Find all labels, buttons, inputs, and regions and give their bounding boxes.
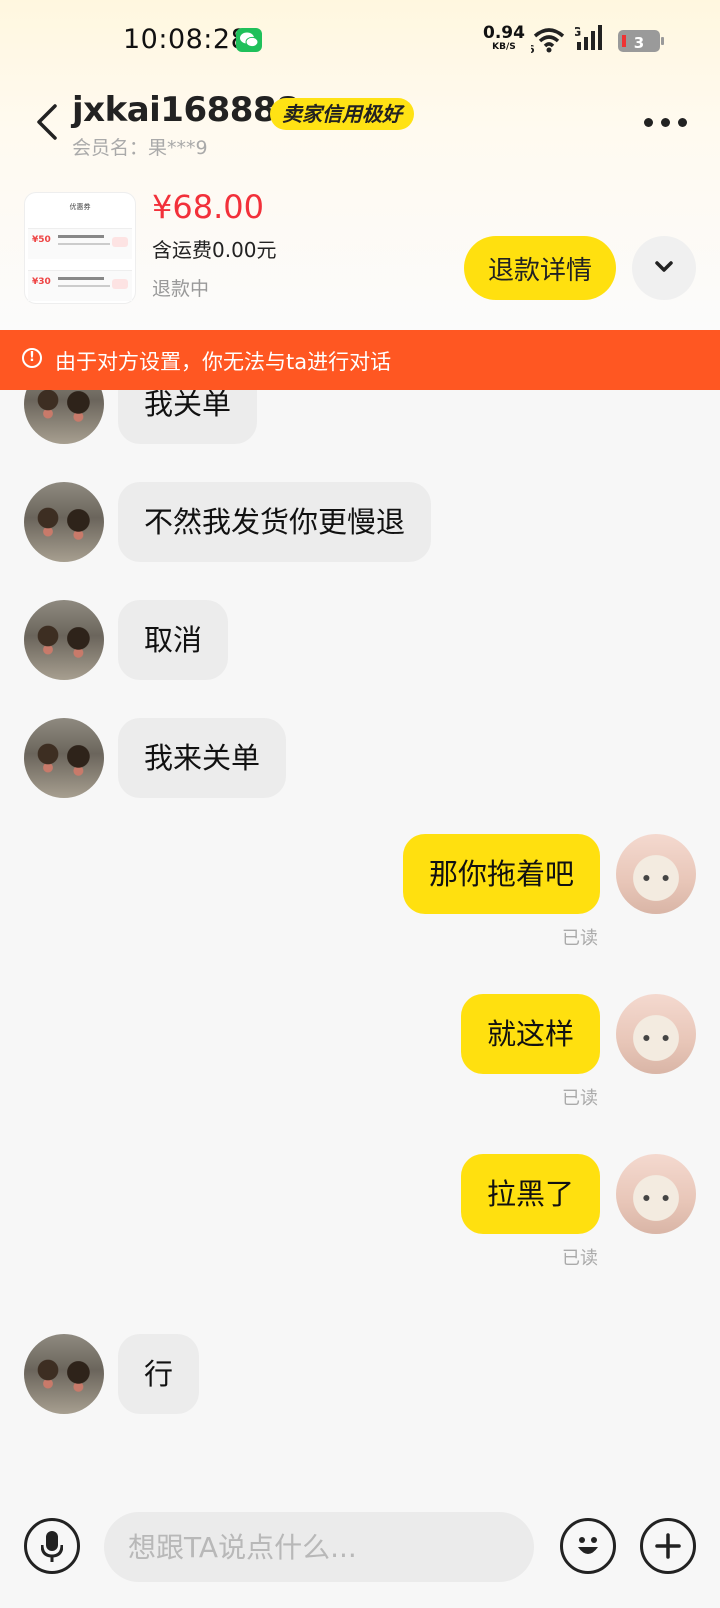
message-bubble-incoming[interactable]: 不然我发货你更慢退 bbox=[118, 482, 432, 562]
status-time: 10:08:28 bbox=[123, 24, 249, 55]
wifi-icon: 6 bbox=[527, 26, 567, 58]
credit-badge: 卖家信用极好 bbox=[270, 98, 414, 130]
expand-button[interactable] bbox=[632, 236, 696, 300]
product-thumbnail[interactable]: 优惠券 ¥50 ¥30 bbox=[24, 192, 136, 304]
member-name: 会员名：果***9 bbox=[72, 137, 208, 159]
dot-icon bbox=[661, 118, 670, 127]
net-speed: 0.94 KB/S bbox=[483, 25, 525, 54]
my-avatar[interactable] bbox=[616, 994, 696, 1074]
shipping-fee: 含运费0.00元 bbox=[152, 238, 277, 262]
wifi-sub-label: 6 bbox=[531, 43, 535, 54]
read-receipt: 已读 bbox=[562, 928, 598, 949]
refund-details-button[interactable]: 退款详情 bbox=[464, 236, 616, 300]
thumbnail-coupon-price: ¥50 bbox=[32, 235, 51, 245]
message-bubble-incoming[interactable]: 我关单 bbox=[118, 390, 258, 444]
contact-avatar[interactable] bbox=[24, 482, 104, 562]
thumbnail-line bbox=[58, 243, 110, 245]
thumbnail-line bbox=[58, 277, 104, 280]
contact-avatar[interactable] bbox=[24, 1334, 104, 1414]
message-list[interactable]: 我关单 不然我发货你更慢退 取消 我来关单 那你拖着吧 已读 就这样 已读 拉黑… bbox=[0, 390, 720, 1500]
message-bubble-incoming[interactable]: 行 bbox=[118, 1334, 200, 1414]
smiley-icon bbox=[578, 1537, 598, 1554]
message-bubble-outgoing[interactable]: 拉黑了 bbox=[460, 1154, 600, 1234]
product-price: ¥68.00 bbox=[152, 188, 264, 226]
back-button[interactable] bbox=[33, 102, 63, 142]
wechat-icon bbox=[236, 28, 262, 52]
read-receipt: 已读 bbox=[562, 1248, 598, 1269]
emoji-button[interactable] bbox=[560, 1518, 616, 1574]
signal-icon: 5G bbox=[563, 24, 615, 58]
read-receipt: 已读 bbox=[562, 1088, 598, 1109]
contact-avatar[interactable] bbox=[24, 718, 104, 798]
chevron-down-icon bbox=[655, 261, 673, 272]
dot-icon bbox=[644, 118, 653, 127]
thumbnail-line bbox=[58, 235, 104, 238]
my-avatar[interactable] bbox=[616, 834, 696, 914]
thumbnail-coupon-row: ¥50 bbox=[28, 228, 132, 259]
chevron-left-icon bbox=[37, 104, 57, 140]
message-bubble-incoming[interactable]: 取消 bbox=[118, 600, 229, 680]
contact-avatar[interactable] bbox=[24, 600, 104, 680]
thumbnail-button bbox=[112, 237, 128, 247]
shop-name[interactable]: jxkai168888 bbox=[72, 90, 300, 130]
refund-status: 退款中 bbox=[152, 278, 210, 300]
thumbnail-coupon-price: ¥30 bbox=[32, 277, 51, 287]
battery-low-indicator bbox=[622, 35, 626, 47]
battery-level: 3 bbox=[633, 34, 645, 52]
thumbnail-coupon-row: ¥30 bbox=[28, 270, 132, 301]
warning-banner: ! 由于对方设置，你无法与ta进行对话 bbox=[0, 330, 720, 390]
message-input[interactable] bbox=[104, 1512, 534, 1582]
message-bubble-outgoing[interactable]: 就这样 bbox=[460, 994, 600, 1074]
more-actions-button[interactable] bbox=[640, 1518, 696, 1574]
warning-text: 由于对方设置，你无法与ta进行对话 bbox=[55, 350, 392, 374]
plus-icon bbox=[655, 1533, 681, 1559]
message-bubble-outgoing[interactable]: 那你拖着吧 bbox=[402, 834, 600, 914]
thumbnail-title: 优惠券 bbox=[69, 203, 91, 211]
battery-icon: 3 bbox=[618, 30, 664, 52]
network-type: 5G bbox=[575, 25, 581, 39]
thumbnail-line bbox=[58, 285, 110, 287]
thumbnail-button bbox=[112, 279, 128, 289]
status-bar: 10:08:28 0.94 KB/S 6 5G 3 bbox=[0, 0, 720, 80]
more-options-button[interactable] bbox=[644, 112, 688, 132]
voice-button[interactable] bbox=[24, 1518, 80, 1574]
dot-icon bbox=[678, 118, 687, 127]
warning-icon: ! bbox=[22, 348, 42, 368]
microphone-icon bbox=[41, 1531, 63, 1562]
my-avatar[interactable] bbox=[616, 1154, 696, 1234]
message-bubble-incoming[interactable]: 我来关单 bbox=[118, 718, 287, 798]
contact-avatar[interactable] bbox=[24, 390, 104, 444]
